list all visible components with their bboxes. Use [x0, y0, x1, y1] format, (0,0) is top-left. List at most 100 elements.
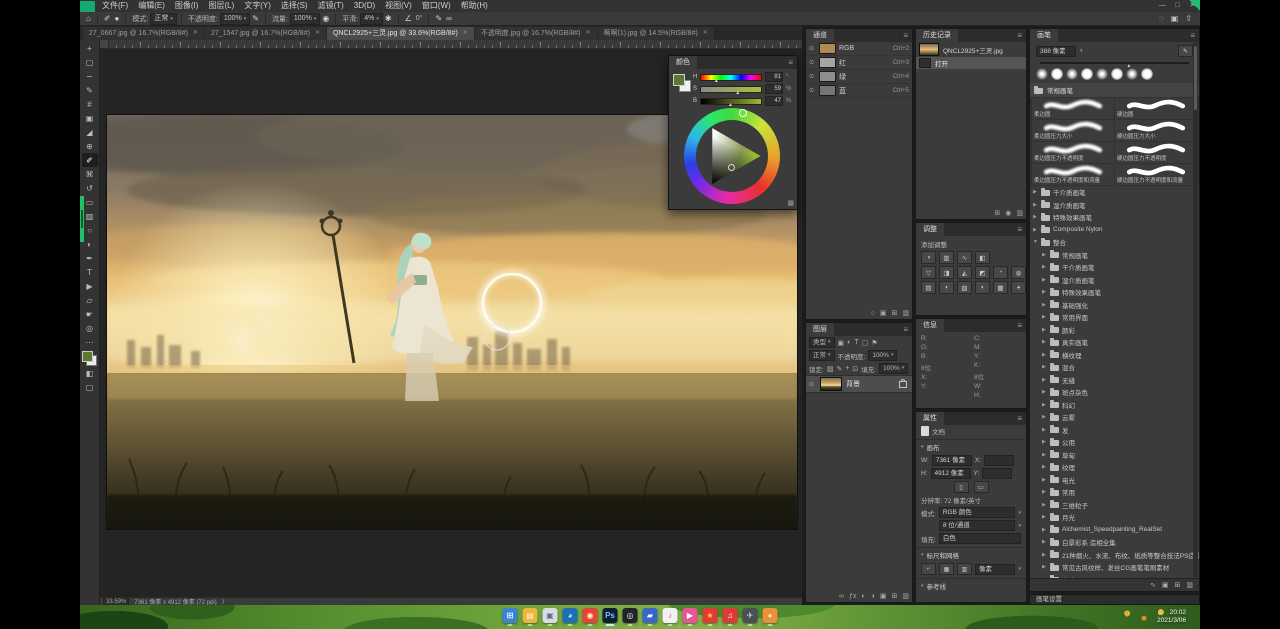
- taskbar-app-icon[interactable]: Ps: [603, 608, 618, 623]
- flow-dropdown[interactable]: 100%▾: [290, 13, 320, 25]
- tool-button[interactable]: ▢: [82, 380, 98, 394]
- symmetry-icon[interactable]: ∞: [444, 14, 454, 23]
- tab-brush-settings[interactable]: 画笔设置: [1029, 594, 1200, 605]
- brush-tip-preview[interactable]: [1036, 68, 1048, 80]
- workspace-icon[interactable]: ▣: [1171, 14, 1179, 23]
- taskbar-app-icon[interactable]: ◕: [563, 608, 578, 623]
- layer-row[interactable]: ⊙ 背景: [806, 375, 912, 393]
- expand-caret-icon[interactable]: ▶: [1042, 314, 1047, 320]
- save-selection-icon[interactable]: ▣: [880, 309, 887, 317]
- units-dropdown[interactable]: 像素: [975, 564, 1015, 575]
- brushes-scrollbar[interactable]: [1193, 43, 1198, 577]
- brush-folder-row[interactable]: ▶ Alchemist_Speedpainting_RealSet: [1030, 524, 1199, 537]
- brush-folder-row[interactable]: ▶ 草甸: [1030, 449, 1199, 462]
- adjustment-icon[interactable]: ▧: [957, 281, 972, 294]
- panel-menu-icon[interactable]: ≡: [1013, 223, 1026, 236]
- adjustment-icon[interactable]: ◭: [957, 266, 972, 279]
- expand-caret-icon[interactable]: ▶: [1042, 514, 1047, 520]
- tab-channels[interactable]: 通道: [806, 29, 834, 42]
- brush-folder-row[interactable]: ▶ 常用界面: [1030, 311, 1199, 324]
- expand-caret-icon[interactable]: ▶: [1042, 252, 1047, 258]
- brush-folder-row[interactable]: ▶ 湿介质画笔: [1030, 274, 1199, 287]
- menu-item[interactable]: 帮助(H): [456, 0, 493, 12]
- blend-mode-dropdown[interactable]: 正常▾: [809, 350, 835, 361]
- new-folder-icon[interactable]: ▣: [1162, 581, 1169, 589]
- panel-menu-icon[interactable]: ≡: [1013, 29, 1026, 42]
- brush-folder-row[interactable]: ▼ 整合: [1030, 236, 1199, 249]
- panel-menu-icon[interactable]: ≡: [784, 56, 797, 69]
- history-snapshot[interactable]: QNCL2925+三灵.jpg: [916, 42, 1026, 57]
- filter-adjustment-icon[interactable]: ◐: [847, 339, 851, 346]
- tool-button[interactable]: ⋯: [82, 335, 98, 349]
- close-tab-icon[interactable]: ✕: [703, 27, 708, 40]
- expand-caret-icon[interactable]: ▶: [1042, 277, 1047, 283]
- adjustment-icon[interactable]: ◗: [975, 281, 990, 294]
- tool-button[interactable]: ⌘: [82, 167, 98, 181]
- tab-color[interactable]: 颜色: [669, 56, 697, 69]
- close-tab-icon[interactable]: ✕: [463, 27, 468, 40]
- new-layer-icon[interactable]: ⊞: [892, 592, 898, 600]
- home-icon[interactable]: ⌂: [84, 14, 93, 23]
- panel-menu-icon[interactable]: ≡: [1013, 412, 1026, 425]
- channel-row[interactable]: ⊙ 红 Ctrl+3: [806, 56, 912, 70]
- tool-button[interactable]: #: [82, 97, 98, 111]
- canvas-height-field[interactable]: 4912 像素: [931, 468, 971, 479]
- layer-mask-icon[interactable]: ◐: [861, 593, 865, 600]
- tool-button[interactable]: +: [82, 41, 98, 55]
- tab-info[interactable]: 信息: [916, 319, 944, 332]
- adjustment-icon[interactable]: ◨: [939, 266, 954, 279]
- brush-folder-row[interactable]: ▶ 颜彩: [1030, 324, 1199, 337]
- expand-caret-icon[interactable]: ▶: [1042, 327, 1047, 333]
- y-field[interactable]: [982, 468, 1012, 479]
- taskbar-app-icon[interactable]: ▰: [643, 608, 658, 623]
- pressure-opacity-icon[interactable]: ✎: [250, 14, 261, 23]
- brush-tip-preview[interactable]: [1111, 68, 1123, 80]
- brush-folder-row[interactable]: ▶ 横纹理: [1030, 349, 1199, 362]
- menu-item[interactable]: 3D(D): [349, 0, 380, 12]
- close-tab-icon[interactable]: ✕: [315, 27, 320, 40]
- foreground-color-swatch[interactable]: [82, 351, 93, 362]
- brush-folder-row[interactable]: ▶ 常规画笔: [1030, 249, 1199, 262]
- color-swatches[interactable]: [673, 74, 691, 92]
- expand-caret-icon[interactable]: ▶: [1042, 402, 1047, 408]
- tab-properties[interactable]: 属性: [916, 412, 944, 425]
- brush-size-slider[interactable]: ▲: [1040, 62, 1189, 64]
- brush-folder-row[interactable]: ▶ 三维粒子: [1030, 499, 1199, 512]
- tab-adjustments[interactable]: 调整: [916, 223, 944, 236]
- link-layers-icon[interactable]: ∞: [839, 593, 844, 600]
- tool-button[interactable]: ✐: [82, 153, 98, 167]
- menu-item[interactable]: 编辑(E): [133, 0, 170, 12]
- tool-button[interactable]: ▣: [82, 111, 98, 125]
- canvas-width-field[interactable]: 7361 像素: [932, 455, 972, 466]
- tool-button[interactable]: ↺: [82, 181, 98, 195]
- new-document-from-state-icon[interactable]: ⊞: [994, 209, 1000, 217]
- taskbar-app-icon[interactable]: ▤: [523, 608, 538, 623]
- brush-preset[interactable]: 硬边圆压力不透明度和流量: [1115, 164, 1197, 185]
- menu-item[interactable]: 文件(F): [97, 0, 133, 12]
- taskbar-app-icon[interactable]: ▶: [683, 608, 698, 623]
- adjustment-icon[interactable]: ◔: [993, 266, 1008, 279]
- brush-folder-row[interactable]: ▶ 湿介质画笔: [1030, 199, 1199, 212]
- menu-item[interactable]: 窗口(W): [417, 0, 456, 12]
- opacity-dropdown[interactable]: 100%▾: [220, 13, 250, 25]
- document-tab[interactable]: 啊啊(1).jpg @ 14.5%(RGB/8#)✕: [598, 27, 714, 40]
- tool-button[interactable]: ▶: [82, 279, 98, 293]
- document-tab[interactable]: 27_1547.jpg @ 16.7%(RGB/8#)✕: [205, 27, 326, 40]
- brightness-value[interactable]: 47: [765, 96, 783, 106]
- panel-menu-icon[interactable]: ≡: [899, 29, 912, 42]
- taskbar-app-icon[interactable]: ⊞: [503, 608, 518, 623]
- brush-folder-row[interactable]: ▶ 公用: [1030, 436, 1199, 449]
- blend-mode-dropdown[interactable]: 正常▾: [150, 13, 177, 25]
- brush-group-header[interactable]: 常规画笔: [1030, 83, 1199, 97]
- tool-button[interactable]: ☛: [82, 307, 98, 321]
- expand-caret-icon[interactable]: ▶: [1042, 302, 1047, 308]
- taskbar-app-icon[interactable]: ♫: [723, 608, 738, 623]
- brush-tip-preview[interactable]: [1066, 68, 1078, 80]
- new-brush-icon[interactable]: ⊞: [1175, 581, 1181, 589]
- brush-folder-row[interactable]: ▶ 特殊效果画笔: [1030, 286, 1199, 299]
- expand-caret-icon[interactable]: ▶: [1042, 439, 1047, 445]
- taskbar-app-icon[interactable]: ▣: [543, 608, 558, 623]
- brush-tip-preview[interactable]: [1096, 68, 1108, 80]
- filter-flag-icon[interactable]: ⚑: [871, 339, 877, 347]
- taskbar-app-icon[interactable]: ★: [703, 608, 718, 623]
